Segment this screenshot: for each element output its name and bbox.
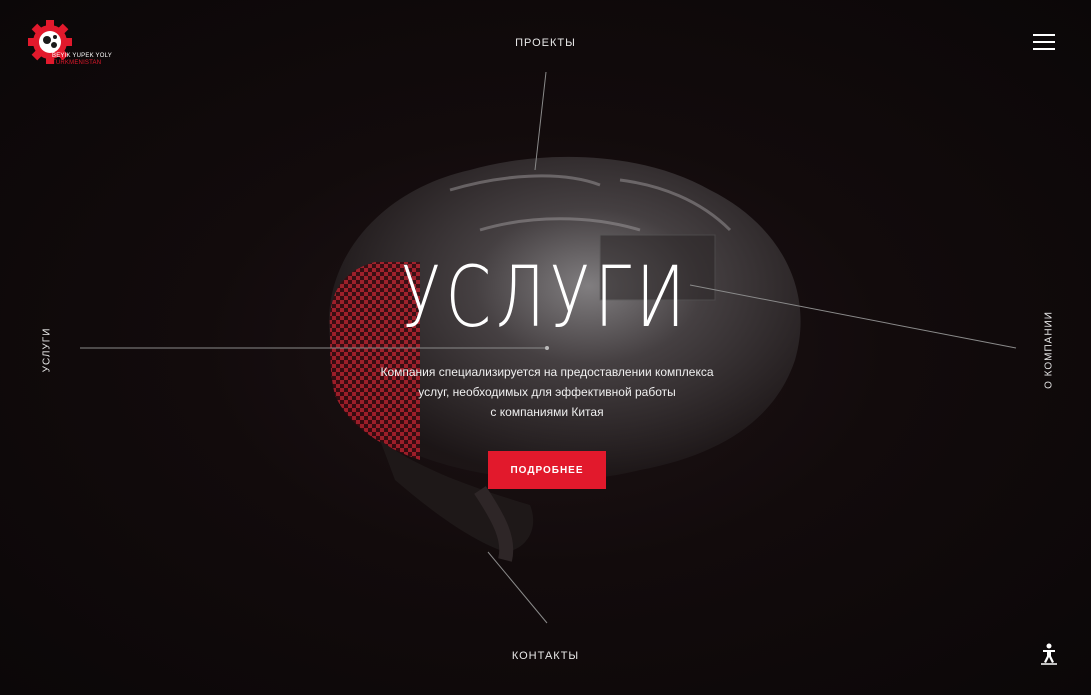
hero-description: Компания специализируется на предоставле… — [360, 362, 734, 422]
hero-description-line: услуг, необходимых для эффективной работ… — [418, 385, 676, 399]
connector-lines — [80, 71, 1017, 624]
hamburger-icon-line[interactable] — [1033, 41, 1055, 43]
brain-image — [328, 156, 801, 562]
logo-text: BEYIK YUPEK YOLY TURKMENISTAN — [52, 53, 112, 67]
nav-contacts[interactable]: КОНТАКТЫ — [0, 650, 1091, 662]
nav-projects-label[interactable]: ПРОЕКТЫ — [515, 37, 576, 49]
page: BEYIK YUPEK YOLY TURKMENISTAN ПРОЕКТЫ УС… — [0, 0, 1091, 695]
nav-about[interactable]: О КОМПАНИИ — [1044, 311, 1055, 389]
nav-projects[interactable]: ПРОЕКТЫ — [0, 37, 1091, 49]
hamburger-icon-line[interactable] — [1033, 48, 1055, 50]
hero-description-line: с компаниями Китая — [490, 405, 604, 419]
more-button[interactable]: ПОДРОБНЕЕ — [488, 451, 606, 489]
nav-contacts-label[interactable]: КОНТАКТЫ — [512, 650, 579, 662]
hamburger-icon[interactable] — [1033, 34, 1055, 36]
background-art — [80, 71, 1017, 624]
logo-line-1: BEYIK YUPEK YOLY — [52, 53, 112, 59]
menu-button[interactable] — [1033, 34, 1055, 51]
logo-line-2: TURKMENISTAN — [52, 60, 102, 66]
accessibility-icon[interactable] — [1039, 643, 1059, 665]
nav-services[interactable]: УСЛУГИ — [42, 328, 53, 373]
hero-description-line: Компания специализируется на предоставле… — [380, 365, 714, 379]
hero-title: УСЛУГИ — [400, 248, 690, 346]
